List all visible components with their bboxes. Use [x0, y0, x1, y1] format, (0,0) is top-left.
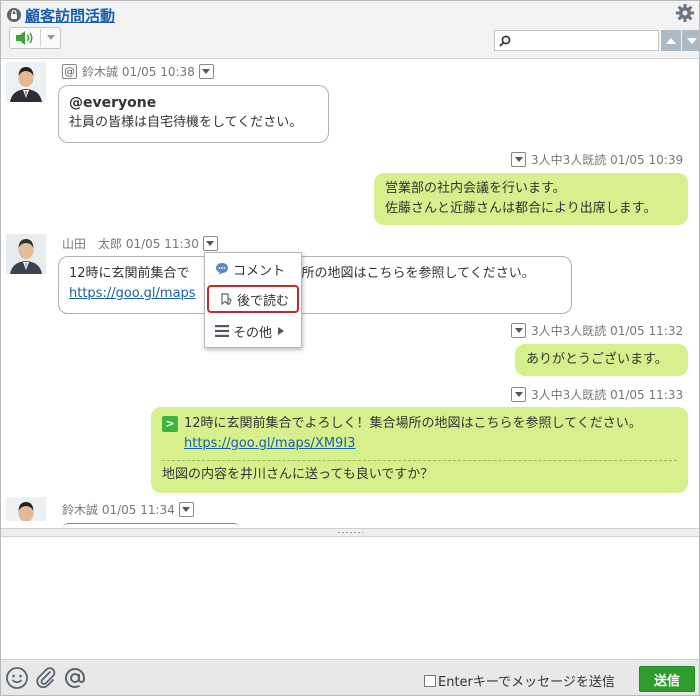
message-menu-button[interactable] — [202, 236, 218, 251]
message-time: 01/05 10:38 — [121, 64, 195, 79]
hamburger-icon — [215, 325, 229, 337]
sound-toggle-button[interactable] — [9, 27, 61, 49]
avatar[interactable] — [6, 62, 46, 102]
triangle-down-icon — [687, 37, 697, 44]
message-text: 12時に玄関前集合で — [69, 266, 190, 281]
user-photo-icon — [6, 62, 46, 102]
message-menu-button[interactable] — [198, 64, 214, 79]
avatar[interactable] — [6, 497, 46, 521]
my-message-bubble[interactable]: >12時に玄関前集合でよろしく！集合場所の地図はこちらを参照してください。 ht… — [151, 407, 688, 493]
message-menu-button[interactable] — [511, 152, 526, 167]
message-menu-button[interactable] — [178, 502, 194, 517]
send-button[interactable]: 送信 — [639, 666, 695, 692]
chevron-down-icon — [202, 68, 211, 74]
avatar[interactable] — [6, 234, 46, 274]
menu-item-label: 後で読む — [237, 293, 290, 309]
enter-to-send-option[interactable]: Enterキーでメッセージを送信 — [424, 671, 615, 690]
message-bubble[interactable]: @everyone 社員の皆様は自宅待機をしてください。 — [58, 85, 329, 143]
search-icon — [499, 35, 511, 47]
mention-icon: @ — [62, 64, 77, 79]
message-meta: 山田 太郎 01/05 11:30 — [62, 235, 218, 252]
author-name[interactable]: 鈴木誠 — [82, 63, 118, 80]
message-time: 01/05 11:30 — [125, 236, 199, 251]
mention-text: @everyone — [69, 95, 157, 111]
bookmark-hand-icon — [221, 293, 232, 306]
grip-icon — [337, 531, 363, 534]
message-meta: @ 鈴木誠 01/05 10:38 — [62, 63, 214, 80]
message-input[interactable] — [1, 537, 699, 659]
search-box[interactable] — [494, 30, 659, 51]
message-link[interactable]: https://goo.gl/maps — [69, 286, 196, 301]
quote-icon: > — [162, 415, 178, 432]
message-meta: 3人中3人既読 01/05 11:32 — [511, 322, 683, 339]
message-meta: 鈴木誠 01/05 11:34 — [62, 501, 194, 518]
menu-item-read-later[interactable]: 後で読む — [207, 285, 299, 313]
message-text: 社員の皆様は自宅待機をしてください。 — [69, 115, 303, 130]
menu-item-label: コメント — [233, 263, 286, 279]
chevron-down-icon — [514, 156, 523, 162]
enter-to-send-label: Enterキーでメッセージを送信 — [438, 675, 615, 690]
chevron-down-icon — [46, 35, 55, 40]
message-text: 地図の内容を井川さんに送っても良いですか？ — [162, 467, 434, 482]
my-message-bubble[interactable]: 営業部の社内会議を行います。 佐藤さんと近藤さんは都合により出席します。 — [374, 173, 688, 225]
menu-item-label: その他 — [233, 325, 273, 341]
message-line: 営業部の社内会議を行います。 — [385, 181, 566, 196]
message-bubble[interactable]: 12時に玄関前集合で 所の地図はこちらを参照してください。 https://go… — [58, 256, 572, 314]
message-meta: 3人中3人既読 01/05 10:39 — [511, 151, 683, 168]
message-time: 01/05 10:39 — [610, 152, 684, 167]
compose-toolbar: Enterキーでメッセージを送信 送信 — [1, 659, 699, 695]
message-context-menu: コメント 後で読む その他 — [204, 252, 302, 348]
chat-title-link[interactable]: 顧客訪問活動 — [25, 5, 115, 26]
message-time: 01/05 11:32 — [610, 323, 684, 338]
read-status[interactable]: 3人中3人既読 — [531, 151, 606, 168]
message-time: 01/05 11:34 — [101, 502, 175, 517]
search-prev-button[interactable] — [661, 30, 681, 51]
message-compose-area[interactable] — [1, 537, 699, 659]
menu-item-other[interactable]: その他 — [205, 317, 301, 345]
message-text: ありがとうございます。 — [526, 352, 668, 367]
author-name[interactable]: 山田 太郎 — [62, 235, 122, 252]
triangle-up-icon — [666, 37, 676, 44]
chevron-right-icon — [278, 327, 285, 335]
quoted-message[interactable]: >12時に玄関前集合でよろしく！集合場所の地図はこちらを参照してください。 — [162, 414, 677, 434]
chat-header: 顧客訪問活動 — [1, 1, 699, 59]
title-row: 顧客訪問活動 — [7, 5, 115, 25]
chevron-down-icon — [514, 327, 523, 333]
menu-item-comment[interactable]: コメント — [205, 255, 301, 283]
message-menu-button[interactable] — [511, 323, 526, 338]
read-status[interactable]: 3人中3人既読 — [531, 322, 606, 339]
search-next-button[interactable] — [682, 30, 699, 51]
comment-icon — [216, 263, 228, 275]
emoji-icon[interactable] — [5, 666, 29, 690]
quote-divider — [162, 460, 677, 461]
user-photo-icon — [6, 234, 46, 274]
author-name[interactable]: 鈴木誠 — [62, 501, 98, 518]
enter-to-send-checkbox[interactable] — [424, 674, 436, 687]
message-meta: 3人中3人既読 01/05 11:33 — [511, 386, 683, 403]
chevron-down-icon — [182, 506, 191, 512]
my-message-bubble[interactable]: ありがとうございます。 — [515, 344, 688, 376]
user-photo-icon — [6, 497, 46, 521]
message-line: 佐藤さんと近藤さんは都合により出席します。 — [385, 201, 657, 216]
message-time: 01/05 11:33 — [610, 387, 684, 402]
chat-window: 顧客訪問活動 @ 鈴木誠 01/05 10:38 @everyone 社員の皆様… — [0, 0, 700, 696]
chevron-down-icon — [514, 391, 523, 397]
message-text: 所の地図はこちらを参照してください。 — [301, 266, 535, 281]
mention-icon[interactable] — [62, 666, 88, 690]
chevron-down-icon — [206, 240, 215, 246]
quote-link[interactable]: https://goo.gl/maps/XM9I3 — [184, 436, 355, 451]
lock-icon — [7, 8, 21, 22]
search-input[interactable] — [515, 32, 655, 49]
resize-splitter[interactable] — [1, 528, 699, 537]
speaker-icon — [16, 31, 33, 45]
message-menu-button[interactable] — [511, 387, 526, 402]
quote-text: 12時に玄関前集合でよろしく！集合場所の地図はこちらを参照してください。 — [184, 416, 642, 431]
message-list[interactable]: @ 鈴木誠 01/05 10:38 @everyone 社員の皆様は自宅待機をし… — [1, 60, 699, 528]
paperclip-icon[interactable] — [34, 666, 58, 690]
gear-icon[interactable] — [675, 3, 695, 23]
read-status[interactable]: 3人中3人既読 — [531, 386, 606, 403]
